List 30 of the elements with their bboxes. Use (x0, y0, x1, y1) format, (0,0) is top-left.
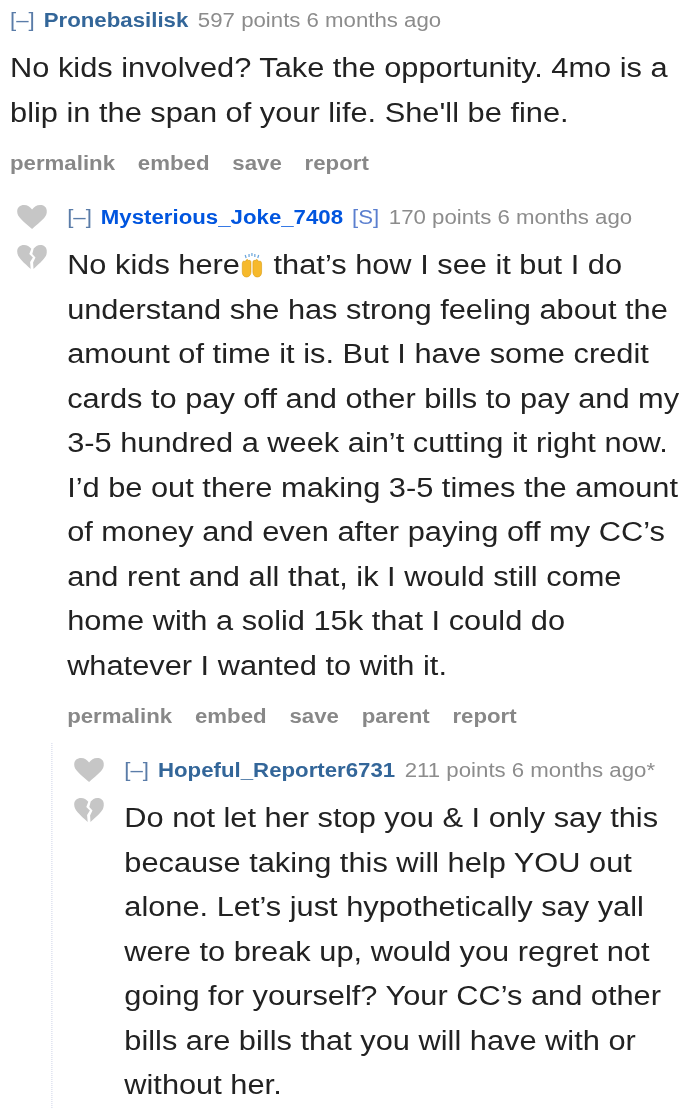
action-link[interactable]: report (452, 702, 517, 730)
collapse-toggle[interactable]: [–] (124, 756, 149, 784)
score-text: 597 points (197, 8, 301, 33)
timestamp: 6 months ago* (511, 758, 656, 783)
author-link[interactable]: Mysterious_Joke_7408 (100, 203, 344, 231)
score-text: 211 points (404, 758, 506, 783)
action-link[interactable]: report (304, 149, 369, 177)
action-link[interactable]: permalink (67, 702, 173, 730)
action-link[interactable]: parent (361, 702, 430, 730)
timestamp: 6 months ago (306, 8, 442, 33)
comment-text: No kids here that’s how I see it but I do understand she has strong feeling about the amount of time it is. But I have some credit cards to pay off and other bills to pay and my 3-5 hundred a week ain’t cutting it right now. I’d be out there making 3-5 times the amount of money and even after paying off my CC’s and rent and all that, ik I would still come home with a solid 15k that I could do whatever I wanted to with it. (67, 249, 681, 683)
heart-icon[interactable] (74, 758, 105, 782)
collapse-toggle[interactable]: [–] (10, 6, 35, 34)
action-link[interactable]: embed (137, 149, 210, 177)
score-text: 170 points (388, 205, 492, 230)
comment-text: No kids involved? Take the opportunity. 4mo is a blip in the span of your life. She'll be fine. (10, 52, 669, 130)
heart-icon[interactable] (17, 205, 48, 229)
broken-heart-icon[interactable] (74, 798, 105, 822)
action-link[interactable]: save (232, 149, 282, 177)
comment-text: Do not let her stop you & I only say this because taking this will help YOU out alone. Let’s just hypothetically say yall were to break up, would you regret not going for yourself? Your CC’s and other bills are bills that you will have with or without her. (124, 802, 662, 1102)
action-link[interactable]: embed (194, 702, 267, 730)
collapse-toggle[interactable]: [–] (67, 203, 92, 231)
action-link[interactable]: save (289, 702, 339, 730)
timestamp: 6 months ago (497, 205, 633, 230)
action-link[interactable]: permalink (10, 149, 116, 177)
author-link[interactable]: Hopeful_Reporter6731 (158, 756, 396, 784)
broken-heart-icon[interactable] (17, 245, 48, 269)
submitter-tag[interactable]: [S] (352, 203, 380, 231)
raised-hands-icon (239, 252, 265, 278)
author-link[interactable]: Pronebasilisk (43, 6, 189, 34)
